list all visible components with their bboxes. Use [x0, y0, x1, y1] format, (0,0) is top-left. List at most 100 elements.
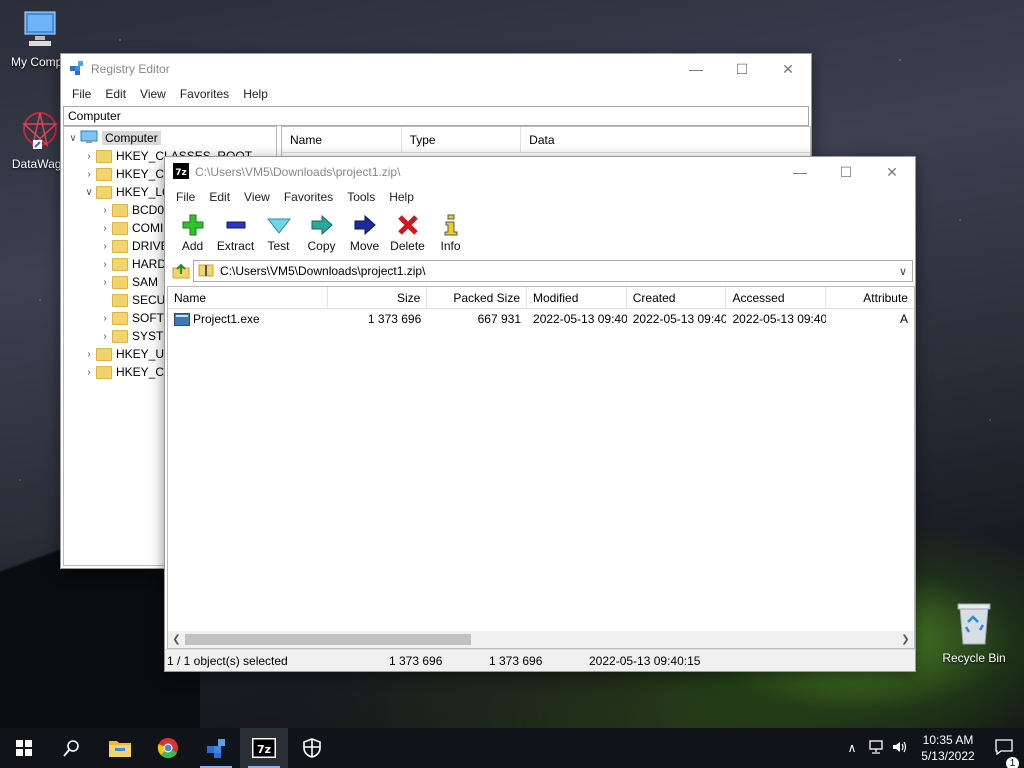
extract-button[interactable]: Extract — [214, 213, 257, 253]
7zip-window[interactable]: 7z C:\Users\VM5\Downloads\project1.zip\ … — [164, 156, 916, 672]
close-button[interactable]: ✕ — [765, 54, 811, 84]
delete-x-icon — [397, 213, 419, 237]
horizontal-scrollbar[interactable]: ❮ ❯ — [168, 631, 914, 648]
info-button[interactable]: Info — [429, 213, 472, 253]
tree-item[interactable]: ∨ Computer — [64, 129, 276, 147]
scroll-thumb[interactable] — [185, 634, 471, 645]
folder-icon — [112, 293, 128, 307]
path-combobox[interactable]: C:\Users\VM5\Downloads\project1.zip\ ∨ — [193, 260, 913, 282]
column-header-modified[interactable]: Modified — [527, 287, 627, 308]
folder-icon — [112, 257, 128, 271]
chevron-down-icon[interactable]: ∨ — [66, 133, 80, 144]
registry-editor-titlebar[interactable]: Registry Editor — ☐ ✕ — [61, 54, 811, 84]
zip-folder-icon — [198, 263, 214, 280]
menu-edit[interactable]: Edit — [202, 190, 237, 204]
column-header-type[interactable]: Type — [402, 127, 522, 152]
computer-icon — [0, 10, 80, 53]
desktop-icon-label: Recycle Bin — [942, 651, 1006, 665]
folder-icon — [112, 311, 128, 325]
status-selection: 1 / 1 object(s) selected — [167, 653, 288, 668]
network-icon[interactable] — [864, 739, 888, 757]
menu-view[interactable]: View — [237, 190, 277, 204]
chevron-right-icon[interactable]: › — [98, 331, 112, 342]
chevron-right-icon[interactable]: › — [82, 151, 96, 162]
7zip-icon: 7z — [252, 738, 276, 758]
menu-view[interactable]: View — [133, 87, 173, 101]
chevron-right-icon[interactable]: › — [98, 205, 112, 216]
7zip-titlebar[interactable]: 7z C:\Users\VM5\Downloads\project1.zip\ … — [165, 157, 915, 187]
folder-icon — [112, 221, 128, 235]
column-header-packed-size[interactable]: Packed Size — [427, 287, 528, 308]
status-date: 2022-05-13 09:40:15 — [589, 653, 701, 668]
delete-button[interactable]: Delete — [386, 213, 429, 253]
folder-icon — [112, 203, 128, 217]
menu-file[interactable]: File — [169, 190, 202, 204]
status-size: 1 373 696 — [389, 653, 443, 668]
taskbar-7zip[interactable]: 7z — [240, 728, 288, 768]
volume-icon[interactable] — [888, 740, 912, 757]
column-header-created[interactable]: Created — [627, 287, 727, 308]
maximize-button[interactable]: ☐ — [823, 157, 869, 187]
desktop-icon-recycle-bin[interactable]: Recycle Bin — [934, 600, 1014, 665]
menu-help[interactable]: Help — [382, 190, 421, 204]
taskbar-registry-editor[interactable] — [192, 728, 240, 768]
table-row[interactable]: Project1.exe 1 373 696 667 931 2022-05-1… — [168, 309, 914, 329]
maximize-button[interactable]: ☐ — [719, 54, 765, 84]
tree-item-label: Computer — [102, 131, 161, 145]
menu-bar: File Edit View Favorites Tools Help — [165, 187, 915, 207]
start-button[interactable] — [0, 728, 48, 768]
close-button[interactable]: ✕ — [869, 157, 915, 187]
column-header-accessed[interactable]: Accessed — [726, 287, 827, 308]
menu-favorites[interactable]: Favorites — [173, 87, 236, 101]
chevron-down-icon[interactable]: ∨ — [82, 187, 96, 198]
chevron-right-icon[interactable]: › — [98, 313, 112, 324]
copy-button[interactable]: Copy — [300, 213, 343, 253]
chevron-right-icon[interactable]: › — [98, 259, 112, 270]
chevron-right-icon[interactable]: › — [98, 241, 112, 252]
minimize-button[interactable]: — — [777, 157, 823, 187]
chevron-right-icon[interactable]: › — [98, 277, 112, 288]
move-button[interactable]: Move — [343, 213, 386, 253]
menu-help[interactable]: Help — [236, 87, 275, 101]
notification-center-button[interactable]: 1 — [984, 738, 1024, 768]
taskbar-file-explorer[interactable] — [96, 728, 144, 768]
menu-file[interactable]: File — [65, 87, 98, 101]
chevron-right-icon[interactable]: › — [82, 349, 96, 360]
menu-edit[interactable]: Edit — [98, 87, 133, 101]
computer-icon — [80, 130, 102, 147]
menu-favorites[interactable]: Favorites — [277, 190, 340, 204]
chevron-right-icon[interactable]: › — [82, 169, 96, 180]
folder-icon — [96, 365, 112, 379]
clock[interactable]: 10:35 AM 5/13/2022 — [912, 732, 984, 764]
chevron-up-icon[interactable]: ∧ — [840, 741, 864, 755]
scroll-right-icon[interactable]: ❯ — [897, 634, 914, 645]
add-button[interactable]: Add — [171, 213, 214, 253]
search-icon — [63, 740, 79, 757]
tree-item-label: COMI — [132, 221, 164, 235]
folder-icon — [96, 347, 112, 361]
column-header-data[interactable]: Data — [521, 127, 810, 152]
column-header-attributes[interactable]: Attribute — [826, 287, 914, 308]
clock-time: 10:35 AM — [922, 733, 974, 747]
up-folder-button[interactable] — [169, 260, 193, 282]
file-packed-size: 667 931 — [477, 312, 522, 326]
chevron-down-icon[interactable]: ∨ — [894, 265, 912, 278]
search-button[interactable] — [48, 728, 96, 768]
address-bar[interactable]: Computer — [63, 106, 809, 126]
registry-editor-icon — [69, 60, 85, 79]
column-header-size[interactable]: Size — [328, 287, 428, 308]
menu-tools[interactable]: Tools — [340, 190, 382, 204]
column-header-name[interactable]: Name — [282, 127, 402, 152]
up-folder-icon — [172, 263, 190, 279]
file-list[interactable]: Name Size Packed Size Modified Created A… — [167, 286, 915, 649]
minimize-button[interactable]: — — [673, 54, 719, 84]
chrome-icon — [157, 738, 178, 759]
column-header-name[interactable]: Name — [168, 287, 328, 308]
taskbar-security[interactable] — [288, 728, 336, 768]
taskbar-chrome[interactable] — [144, 728, 192, 768]
chevron-right-icon[interactable]: › — [82, 367, 96, 378]
test-button[interactable]: Test — [257, 213, 300, 253]
scroll-left-icon[interactable]: ❮ — [168, 634, 185, 645]
folder-icon — [96, 185, 112, 199]
chevron-right-icon[interactable]: › — [98, 223, 112, 234]
